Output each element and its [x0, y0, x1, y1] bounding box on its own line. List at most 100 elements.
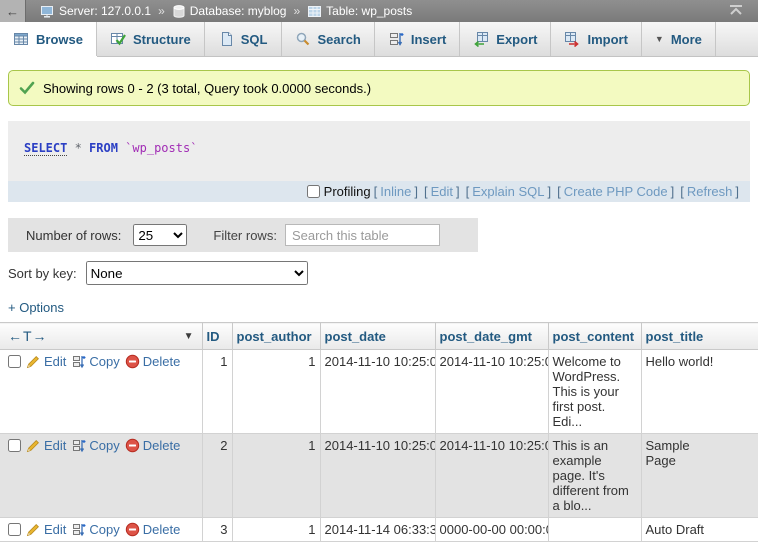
bracket: ]: [414, 184, 418, 199]
tab-sql[interactable]: SQL: [205, 22, 282, 56]
tab-insert-label: Insert: [411, 32, 446, 47]
header-dropdown-icon[interactable]: ▼: [184, 331, 194, 342]
delete-row-link[interactable]: Delete: [125, 522, 181, 537]
delete-row-link[interactable]: Delete: [125, 354, 181, 369]
cell-post-author: 1: [232, 434, 320, 518]
filter-rows-input[interactable]: [285, 224, 440, 246]
row-actions-cell: Edit Copy Delete: [0, 518, 202, 542]
delete-icon: [125, 522, 140, 537]
row-actions-cell: Edit Copy Delete: [0, 434, 202, 518]
tab-more[interactable]: ▼ More: [642, 22, 716, 56]
tab-browse[interactable]: Browse: [0, 22, 97, 56]
delete-label: Delete: [143, 522, 181, 537]
server-icon: [40, 4, 55, 19]
breadcrumb-server-label: Server: 127.0.0.1: [59, 4, 151, 18]
column-header-post-title[interactable]: post_title: [641, 323, 758, 350]
number-of-rows-select[interactable]: 25: [133, 224, 187, 246]
tab-search[interactable]: Search: [282, 22, 375, 56]
copy-row-link[interactable]: Copy: [71, 438, 119, 453]
edit-row-link[interactable]: Edit: [26, 354, 66, 369]
tab-structure[interactable]: Structure: [97, 22, 205, 56]
edit-label: Edit: [44, 522, 66, 537]
tab-import-label: Import: [587, 32, 627, 47]
table-row: Edit Copy Delete: [0, 518, 758, 542]
copy-row-link[interactable]: Copy: [71, 354, 119, 369]
database-icon: [172, 4, 186, 19]
edit-row-link[interactable]: Edit: [26, 522, 66, 537]
pencil-icon: [26, 438, 41, 453]
column-header-id[interactable]: ID: [202, 323, 232, 350]
transpose-icon[interactable]: ←T→: [8, 328, 48, 344]
tab-bar: Browse Structure SQL Search Insert: [0, 22, 758, 57]
breadcrumb-server[interactable]: Server: 127.0.0.1: [40, 4, 151, 19]
cell-post-content: This is an example page. It's different …: [548, 434, 641, 518]
column-header-post-date-gmt[interactable]: post_date_gmt: [435, 323, 548, 350]
pencil-icon: [26, 522, 41, 537]
success-check-icon: [19, 80, 35, 96]
cell-post-date-gmt: 2014-11-10 10:25:06: [435, 434, 548, 518]
tab-browse-label: Browse: [36, 32, 83, 47]
post-title-text: Auto Draft: [646, 522, 718, 537]
bracket: [: [424, 184, 428, 199]
copy-icon: [71, 438, 86, 453]
cell-post-date-gmt: 2014-11-10 10:25:06: [435, 350, 548, 434]
inline-link[interactable]: Inline: [380, 184, 411, 199]
row-checkbox[interactable]: [8, 439, 21, 452]
edit-label: Edit: [44, 354, 66, 369]
cell-post-author: 1: [232, 350, 320, 434]
options-toggle-link[interactable]: + Options: [8, 300, 64, 315]
bracket: ]: [456, 184, 460, 199]
column-header-post-date[interactable]: post_date: [320, 323, 435, 350]
query-toolbar: Profiling [Inline] [Edit] [Explain SQL] …: [8, 181, 750, 202]
cell-id: 3: [202, 518, 232, 542]
profiling-checkbox[interactable]: [307, 185, 320, 198]
table-header-row: ←T→ ▼ ID post_author post_date post_date…: [0, 323, 758, 350]
browse-icon: [13, 31, 29, 47]
column-header-post-content[interactable]: post_content: [548, 323, 641, 350]
results-table: ←T→ ▼ ID post_author post_date post_date…: [0, 322, 758, 542]
table-icon: [307, 4, 322, 19]
tab-insert[interactable]: Insert: [375, 22, 460, 56]
breadcrumb-database-label: Database: myblog: [190, 4, 287, 18]
import-icon: [564, 31, 580, 47]
back-button[interactable]: ←: [0, 0, 26, 22]
cell-post-date: 2014-11-14 06:33:38: [320, 518, 435, 542]
row-checkbox[interactable]: [8, 523, 21, 536]
sql-query: SELECT * FROM `wp_posts`: [8, 121, 750, 181]
profiling-label: Profiling: [324, 184, 371, 199]
tab-export-label: Export: [496, 32, 537, 47]
edit-row-link[interactable]: Edit: [26, 438, 66, 453]
delete-row-link[interactable]: Delete: [125, 438, 181, 453]
copy-label: Copy: [89, 438, 119, 453]
copy-row-link[interactable]: Copy: [71, 522, 119, 537]
cell-post-title: Auto Draft: [641, 518, 758, 542]
sql-icon: [218, 31, 234, 47]
table-row: Edit Copy Delete: [0, 350, 758, 434]
tab-structure-label: Structure: [133, 32, 191, 47]
structure-icon: [110, 31, 126, 47]
edit-query-link[interactable]: Edit: [431, 184, 453, 199]
number-of-rows-label: Number of rows:: [26, 228, 121, 243]
cell-post-date: 2014-11-10 10:25:06: [320, 434, 435, 518]
search-icon: [295, 31, 311, 47]
bracket: [: [680, 184, 684, 199]
sort-by-key-select[interactable]: None: [86, 261, 308, 285]
success-message-text: Showing rows 0 - 2 (3 total, Query took …: [43, 81, 371, 96]
delete-label: Delete: [143, 438, 181, 453]
tab-sql-label: SQL: [241, 32, 268, 47]
column-header-post-author[interactable]: post_author: [232, 323, 320, 350]
tab-import[interactable]: Import: [551, 22, 641, 56]
breadcrumb-table[interactable]: Table: wp_posts: [307, 4, 412, 19]
row-controls-bar: Number of rows: 25 Filter rows:: [8, 218, 478, 252]
collapse-icon[interactable]: [728, 4, 744, 19]
breadcrumb-database[interactable]: Database: myblog: [172, 4, 287, 19]
tab-export[interactable]: Export: [460, 22, 551, 56]
tab-search-label: Search: [318, 32, 361, 47]
sql-keyword-select: SELECT: [24, 141, 67, 156]
row-checkbox[interactable]: [8, 355, 21, 368]
breadcrumb-bar: ← Server: 127.0.0.1 » Database: myblog »: [0, 0, 758, 22]
pencil-icon: [26, 354, 41, 369]
explain-sql-link[interactable]: Explain SQL: [472, 184, 544, 199]
create-php-code-link[interactable]: Create PHP Code: [564, 184, 668, 199]
refresh-link[interactable]: Refresh: [687, 184, 733, 199]
